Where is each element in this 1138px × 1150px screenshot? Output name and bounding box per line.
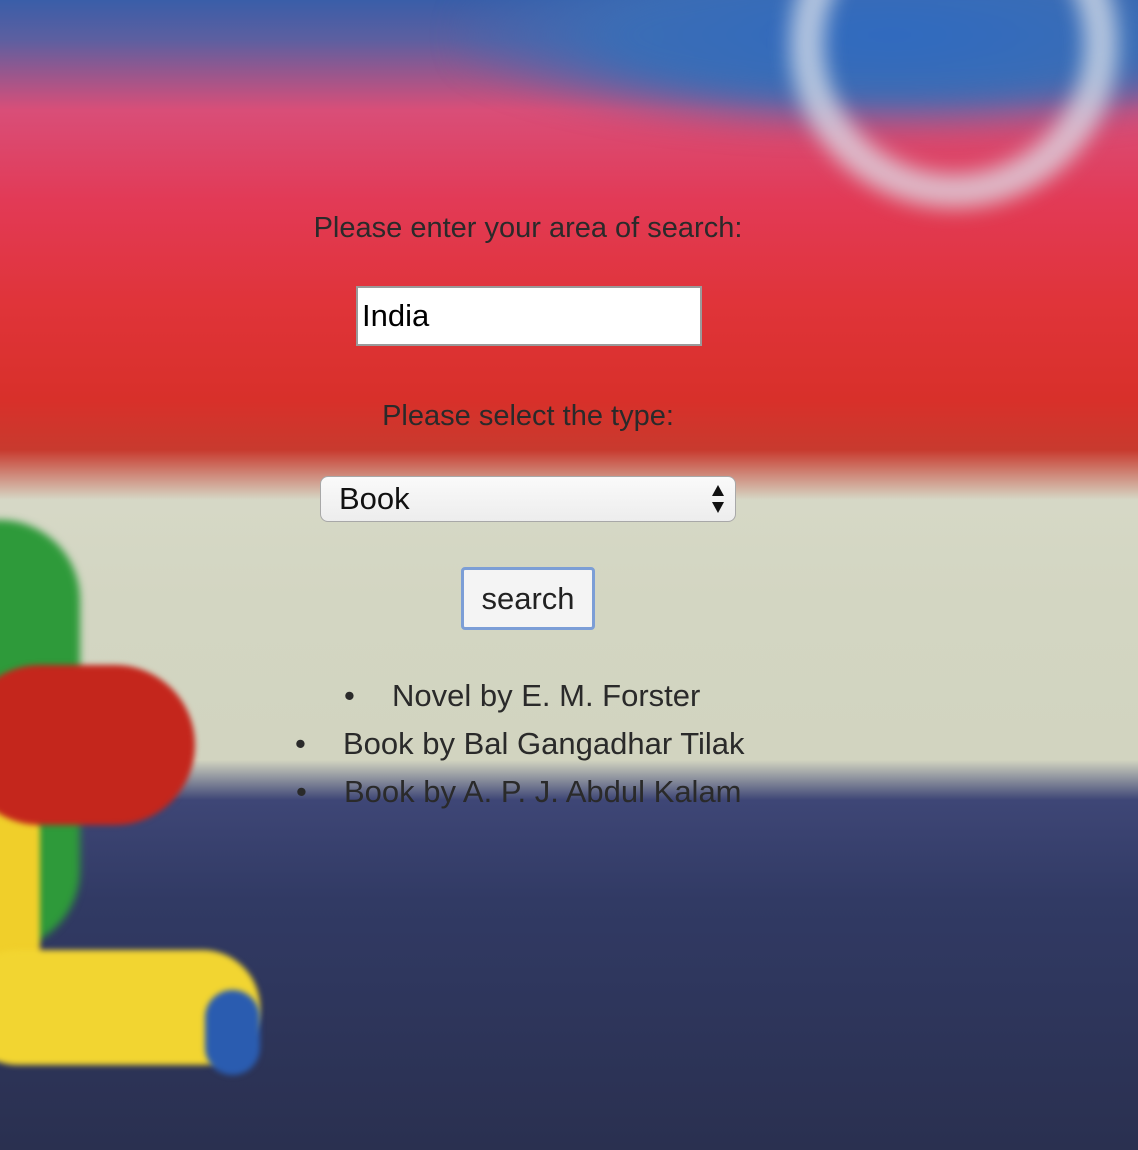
bullet-icon: • <box>296 774 307 809</box>
type-select-value: Book <box>339 481 410 516</box>
list-item: • Book by A. P. J. Abdul Kalam <box>296 774 742 810</box>
list-item: • Book by Bal Gangadhar Tilak <box>295 726 745 762</box>
list-item-label: Novel by E. M. Forster <box>392 678 701 713</box>
type-select[interactable]: Book <box>320 476 736 522</box>
search-input[interactable] <box>356 286 702 346</box>
list-item: • Novel by E. M. Forster <box>344 678 701 714</box>
bullet-icon: • <box>344 678 355 713</box>
list-item-label: Book by A. P. J. Abdul Kalam <box>344 774 742 809</box>
type-label: Please select the type: <box>382 400 674 432</box>
search-button[interactable]: search <box>461 567 595 630</box>
search-area-label: Please enter your area of search: <box>313 212 743 244</box>
list-item-label: Book by Bal Gangadhar Tilak <box>343 726 745 761</box>
select-arrows-icon <box>712 485 724 513</box>
bullet-icon: • <box>295 726 306 761</box>
